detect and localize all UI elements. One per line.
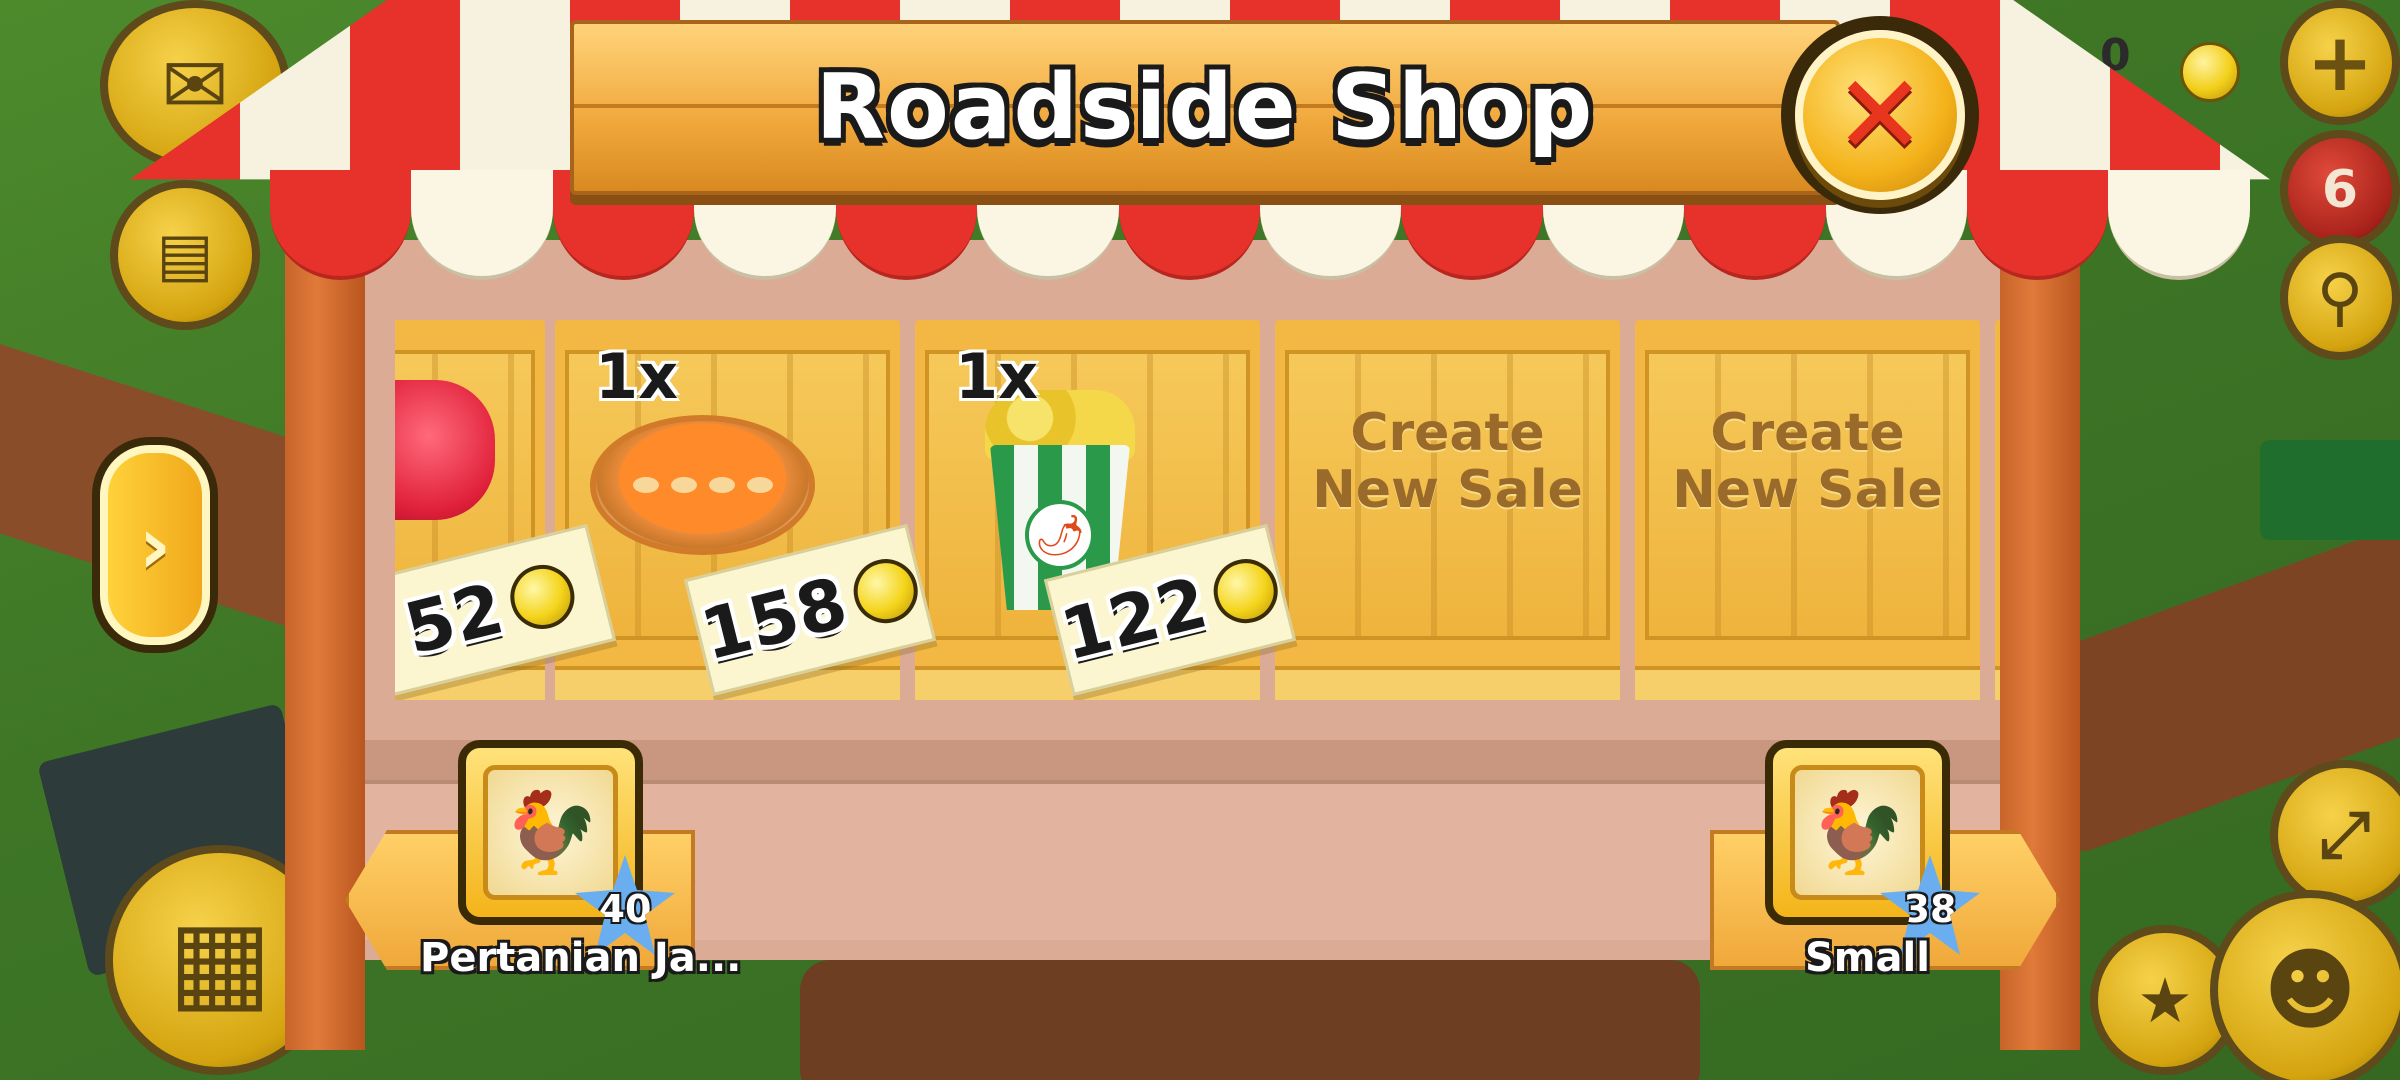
crate-box <box>1995 320 2000 700</box>
price-value: 52 <box>396 567 512 671</box>
rooster-icon: 🐓 <box>483 765 618 900</box>
create-sale-label: Create New Sale <box>1650 403 1965 521</box>
friends-icon: ☻ <box>2263 937 2357 1043</box>
gem-count: 6 <box>2321 160 2359 220</box>
rooster-icon: 🐓 <box>1790 765 1925 900</box>
close-x-icon: ✕ <box>1833 51 1927 179</box>
gem-counter[interactable]: 6 <box>2280 130 2400 250</box>
create-sale-label: Create New Sale <box>1290 403 1605 521</box>
shop-pole-left <box>285 250 365 1050</box>
page-title: Roadside Shop <box>815 55 1595 160</box>
friends-button[interactable]: ☻ <box>2210 890 2400 1080</box>
price-value: 122 <box>1053 561 1215 677</box>
coin-icon <box>846 552 925 630</box>
sale-crate[interactable]: 1x 158 <box>555 320 937 700</box>
coin-icon <box>503 558 581 636</box>
red-heart-item-icon <box>395 380 495 520</box>
neighbor-name: Small <box>1805 935 1930 981</box>
chili-pepper-icon: 🌶 <box>1025 500 1095 570</box>
item-quantity: 1x <box>595 340 679 413</box>
item-quantity: 1x <box>955 340 1039 413</box>
scallop <box>270 170 412 280</box>
magnifier-icon: ⚲ <box>2316 260 2364 335</box>
cash-register-icon: ▦ <box>168 896 272 1024</box>
create-sale-line1: Create <box>1350 403 1545 463</box>
create-sale-line1: Create <box>1710 403 1905 463</box>
soil-patch <box>800 960 1700 1080</box>
create-sale-line2: New Sale <box>1672 460 1943 521</box>
pumpkin-pie-icon <box>590 415 815 555</box>
scallop <box>1967 170 2109 280</box>
sale-crates-row: 52 1x 158 1x 🌶 122 Create New Sale Creat… <box>395 300 2000 700</box>
sale-crate[interactable]: 1x 🌶 122 <box>915 320 1297 700</box>
plus-icon: + <box>2306 16 2374 109</box>
close-button[interactable]: ✕ <box>1795 30 1965 200</box>
price-value: 158 <box>693 561 855 677</box>
chevron-right-icon: › <box>138 498 172 592</box>
create-sale-crate[interactable]: Create New Sale <box>1635 320 1980 700</box>
scallop <box>411 170 553 280</box>
create-sale-line2: New Sale <box>1312 460 1583 521</box>
partial-crate <box>1995 320 2000 700</box>
star-map-icon: ★ <box>2137 963 2193 1037</box>
expand-arrows-icon: ⤢ <box>2319 798 2371 872</box>
coin-icon <box>1206 552 1285 630</box>
neighbor-level: 38 <box>1903 887 1957 931</box>
scroll-left-button[interactable]: › <box>100 445 210 645</box>
title-plank: Roadside Shop <box>570 20 1840 195</box>
search-button[interactable]: ⚲ <box>2280 235 2400 360</box>
sale-crate[interactable]: 52 <box>395 320 617 700</box>
add-currency-button[interactable]: + <box>2280 0 2400 125</box>
neighbor-name: Pertanian Ja... <box>420 935 742 981</box>
scallop <box>2108 170 2250 280</box>
delivery-truck <box>2260 440 2400 540</box>
neighbor-level: 40 <box>598 887 652 931</box>
create-sale-crate[interactable]: Create New Sale <box>1275 320 1620 700</box>
